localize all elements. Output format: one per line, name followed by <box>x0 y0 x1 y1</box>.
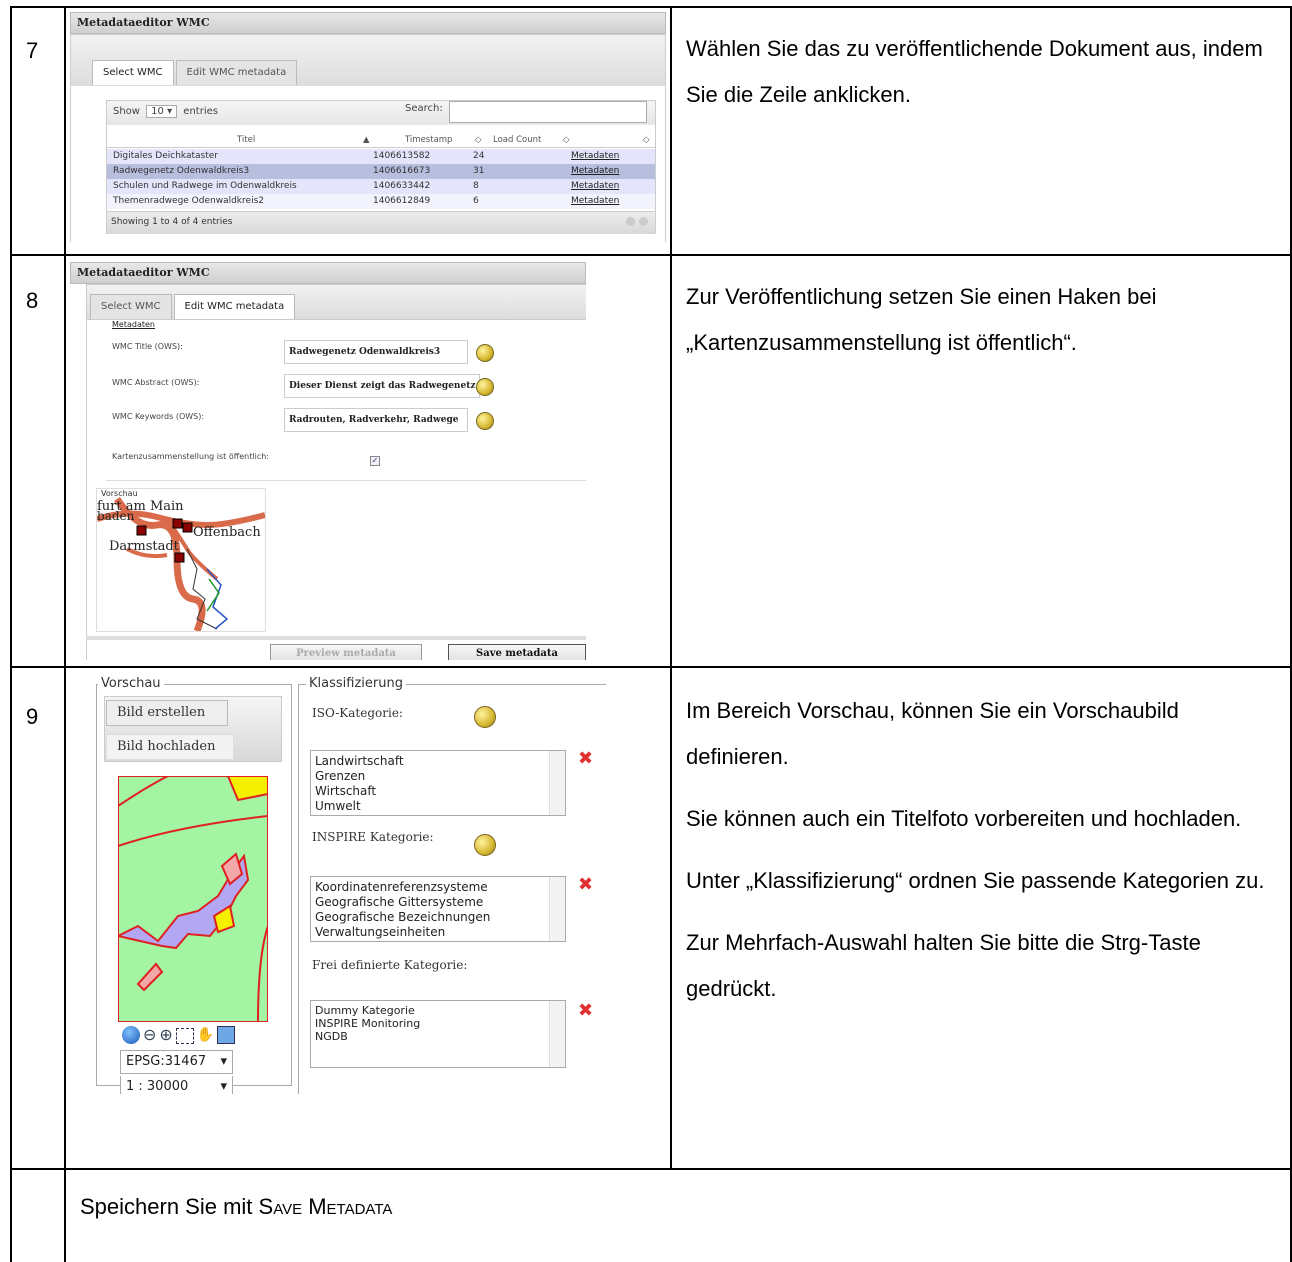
table-border-top <box>10 6 1292 8</box>
search-label: Search: <box>405 103 443 114</box>
zoom-in-icon[interactable]: ⊕ <box>159 1026 172 1046</box>
table-row-selected[interactable]: Radwegenetz Odenwaldkreis3 1406616673 31… <box>107 164 655 179</box>
footer-text: Speichern Sie mit Save Metadata <box>80 1194 393 1219</box>
tab-bild-hochladen[interactable]: Bild hochladen <box>106 734 234 760</box>
zoom-box-icon[interactable] <box>175 1028 194 1044</box>
column-divider <box>64 6 66 1262</box>
chevron-down-icon: ▾ <box>220 1054 227 1069</box>
tab-select-wmc[interactable]: Select WMC <box>92 60 174 85</box>
metadaten-link[interactable]: Metadaten <box>571 164 619 179</box>
map-toolbar: ⊖ ⊕ ✋ <box>122 1026 266 1046</box>
help-icon[interactable] <box>474 834 496 856</box>
iso-kategorie-label: ISO-Kategorie: <box>312 706 403 720</box>
pan-hand-icon[interactable]: ✋ <box>197 1026 214 1046</box>
screenshot-edit-wmc-metadata: Metadataeditor WMC Select WMC Edit WMC m… <box>70 262 586 660</box>
frei-kategorie-list[interactable]: Dummy Kategorie INSPIRE Monitoring NGDB <box>310 1000 566 1068</box>
step-description: Im Bereich Vorschau, können Sie ein Vors… <box>686 698 1265 1001</box>
inspire-kategorie-label: INSPIRE Kategorie: <box>312 830 434 844</box>
table-row[interactable]: Schulen und Radwege im Odenwaldkreis 140… <box>107 179 655 194</box>
column-header-titel[interactable]: Titel <box>237 135 255 145</box>
inspire-kategorie-list[interactable]: Koordinatenreferenzsysteme Geografische … <box>310 876 566 942</box>
help-icon[interactable] <box>474 706 496 728</box>
map-label: baden <box>97 509 135 523</box>
screenshot-select-wmc: Metadataeditor WMC Select WMC Edit WMC m… <box>70 12 666 242</box>
tab-select-wmc[interactable]: Select WMC <box>90 294 172 319</box>
column-header-timestamp[interactable]: Timestamp <box>405 135 452 145</box>
window-title: Metadataeditor WMC <box>70 12 666 34</box>
preview-metadata-button[interactable]: Preview metadata <box>270 644 422 660</box>
epsg-select[interactable]: EPSG:31467 ▾ <box>120 1050 233 1074</box>
metadaten-section-link[interactable]: Metadaten <box>112 320 155 329</box>
edit-icon[interactable] <box>217 1026 236 1044</box>
scale-select[interactable]: 1 : 30000 ▾ <box>120 1076 233 1094</box>
wmc-abstract-field[interactable]: Dieser Dienst zeigt das Radwegenetz f <box>284 374 480 398</box>
public-checkbox[interactable]: ✓ <box>370 456 380 466</box>
preview-map: Vorschau furt am Main baden Offenbach Da… <box>96 488 266 632</box>
metadaten-link[interactable]: Metadaten <box>571 194 619 209</box>
tab-edit-wmc-metadata[interactable]: Edit WMC metadata <box>175 60 298 85</box>
map-label: Darmstadt <box>109 539 179 554</box>
column-header-load-count[interactable]: Load Count <box>493 135 541 145</box>
step-description: Wählen Sie das zu veröffentlichende Doku… <box>686 36 1263 107</box>
tab-bild-erstellen[interactable]: Bild erstellen <box>106 700 228 726</box>
help-icon[interactable] <box>476 378 494 396</box>
clear-icon[interactable]: ✖ <box>578 750 593 768</box>
step-number: 9 <box>26 704 39 729</box>
vorschau-legend: Vorschau <box>98 676 164 691</box>
help-icon[interactable] <box>476 412 494 430</box>
globe-icon[interactable] <box>122 1026 140 1044</box>
table-row[interactable]: Digitales Deichkataster 1406613582 24 Me… <box>107 149 655 164</box>
metadaten-link[interactable]: Metadaten <box>571 149 619 164</box>
map-preview-graphic <box>115 775 269 1023</box>
iso-kategorie-list[interactable]: Landwirtschaft Grenzen Wirtschaft Umwelt <box>310 750 566 816</box>
search-input[interactable] <box>449 101 647 123</box>
row-divider <box>10 1168 1292 1170</box>
table-header: Titel ▲ Timestamp ◇ Load Count ◇ ◇ <box>107 135 655 148</box>
column-divider <box>670 6 672 1168</box>
frei-kategorie-label: Frei definierte Kategorie: <box>312 958 468 972</box>
klassifizierung-legend: Klassifizierung <box>306 676 406 691</box>
chevron-down-icon: ▾ <box>220 1079 227 1094</box>
wmc-keywords-field[interactable]: Radrouten, Radverkehr, Radwege <box>284 408 468 432</box>
table-border-left <box>10 6 12 1262</box>
row-divider <box>10 666 1292 668</box>
clear-icon[interactable]: ✖ <box>578 876 593 894</box>
entries-select[interactable]: 10 ▾ <box>146 105 178 118</box>
zoom-out-icon[interactable]: ⊖ <box>143 1026 156 1046</box>
map-preview[interactable] <box>115 775 269 1023</box>
horizontal-scrollbar[interactable] <box>86 636 586 640</box>
step-description: Zur Veröffentlichung setzen Sie einen Ha… <box>686 284 1157 355</box>
next-page-icon[interactable] <box>639 217 648 226</box>
wmc-title-field[interactable]: Radwegenetz Odenwaldkreis3 <box>284 340 468 364</box>
table-info: Showing 1 to 4 of 4 entries <box>111 217 233 227</box>
datatable: Show 10 ▾ entries Search: Titel ▲ Timest… <box>106 100 656 234</box>
instruction-table: 7 8 9 Wählen Sie das zu veröffentlichend… <box>10 6 1292 1262</box>
listbox-scrollbar[interactable] <box>549 751 565 815</box>
clear-icon[interactable]: ✖ <box>578 1002 593 1020</box>
prev-page-icon[interactable] <box>626 217 635 226</box>
listbox-scrollbar[interactable] <box>549 1001 565 1067</box>
row-divider <box>10 254 1292 256</box>
save-metadata-command: Save Metadata <box>258 1194 393 1219</box>
screenshot-vorschau-klassifizierung: Vorschau Bild erstellen Bild hochladen ⊖… <box>70 674 606 1094</box>
step-number: 7 <box>26 38 39 63</box>
save-metadata-button[interactable]: Save metadata <box>448 644 586 660</box>
step-number: 8 <box>26 288 39 313</box>
listbox-scrollbar[interactable] <box>549 877 565 941</box>
tab-edit-wmc-metadata[interactable]: Edit WMC metadata <box>173 294 296 319</box>
window-title: Metadataeditor WMC <box>70 262 586 284</box>
table-row[interactable]: Themenradwege Odenwaldkreis2 1406612849 … <box>107 194 655 209</box>
map-label: Offenbach <box>193 525 261 540</box>
metadaten-link[interactable]: Metadaten <box>571 179 619 194</box>
help-icon[interactable] <box>476 344 494 362</box>
